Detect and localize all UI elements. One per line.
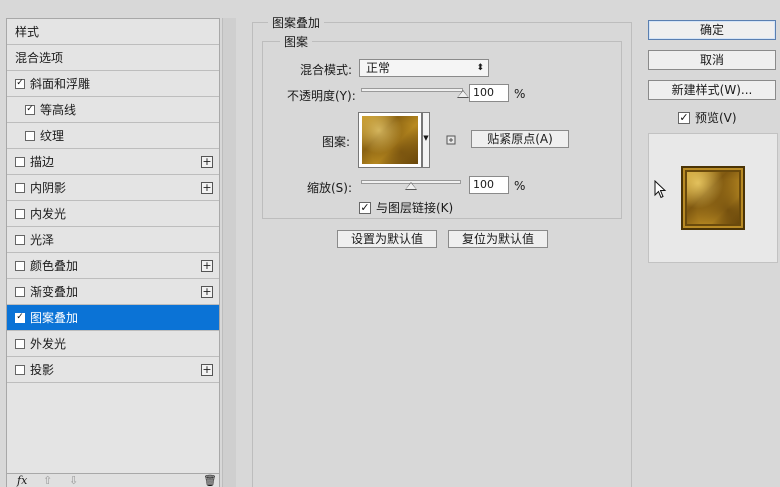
checkbox-icon[interactable]: ✓ xyxy=(15,312,25,323)
scale-percent: % xyxy=(514,179,526,193)
style-item-label: 内阴影 xyxy=(30,181,67,195)
opacity-percent: % xyxy=(514,87,526,101)
styles-scrollbar[interactable] xyxy=(222,18,236,487)
section-title: 图案叠加 xyxy=(268,14,325,31)
style-item-label: 描边 xyxy=(30,155,55,169)
checkbox-icon[interactable] xyxy=(15,260,25,271)
blend-mode-select[interactable]: 正常 ⬍ xyxy=(359,59,489,77)
add-effect-icon[interactable]: + xyxy=(201,156,213,168)
link-with-layer-checkbox[interactable]: ✓ 与图层链接(K) xyxy=(359,199,453,216)
pattern-dropdown-arrow[interactable]: ▼ xyxy=(422,112,430,168)
styles-footer: fx ⇧ ⇩ 🗑 xyxy=(7,473,219,487)
style-item[interactable]: 纹理 xyxy=(7,123,219,149)
blend-mode-value: 正常 xyxy=(366,61,391,75)
style-item-label: 纹理 xyxy=(40,129,65,143)
style-item-label: 投影 xyxy=(30,363,55,377)
group-title: 图案 xyxy=(280,33,313,50)
style-item-label: 渐变叠加 xyxy=(30,285,79,299)
ok-button[interactable]: 确定 xyxy=(648,20,776,40)
checkbox-icon[interactable] xyxy=(15,338,25,349)
style-item-label: 内发光 xyxy=(30,207,67,221)
checkbox-icon[interactable]: ✓ xyxy=(25,104,35,115)
mouse-pointer-icon xyxy=(654,180,667,199)
style-item[interactable]: 光泽 xyxy=(7,227,219,253)
style-list: 混合选项 ✓ 斜面和浮雕 ✓ 等高线纹理描边 + 内阴影 + 内发光光泽颜色叠加 + 渐变叠加 + ✓ 图… xyxy=(7,45,219,383)
styles-header-label: 样式 xyxy=(15,25,40,39)
add-effect-icon[interactable]: + xyxy=(201,260,213,272)
new-style-button[interactable]: 新建样式(W)... xyxy=(648,80,776,100)
move-down-icon[interactable]: ⇩ xyxy=(69,474,78,487)
trash-icon[interactable]: 🗑 xyxy=(203,474,217,487)
style-item-label: 混合选项 xyxy=(15,51,64,65)
style-item[interactable]: 描边 + xyxy=(7,149,219,175)
opacity-input[interactable]: 100 xyxy=(469,84,509,102)
checkbox-icon[interactable]: ✓ xyxy=(678,111,690,124)
checkbox-icon[interactable] xyxy=(15,156,25,167)
style-item-label: 颜色叠加 xyxy=(30,259,79,273)
opacity-slider-thumb[interactable] xyxy=(457,90,469,98)
checkbox-icon[interactable]: ✓ xyxy=(15,78,25,89)
checkbox-icon[interactable]: ✓ xyxy=(359,201,371,214)
style-item[interactable]: 混合选项 xyxy=(7,45,219,71)
fx-icon[interactable]: fx xyxy=(17,474,27,487)
link-with-layer-label: 与图层链接(K) xyxy=(376,201,454,215)
make-default-button[interactable]: 设置为默认值 xyxy=(337,230,437,248)
preview-checkbox[interactable]: ✓ 预览(V) xyxy=(678,109,737,126)
scale-slider-thumb[interactable] xyxy=(405,182,417,190)
opacity-label: 不透明度(Y): xyxy=(287,89,356,103)
select-arrows-icon: ⬍ xyxy=(476,63,484,73)
style-item[interactable]: 内阴影 + xyxy=(7,175,219,201)
style-item-label: 等高线 xyxy=(40,103,77,117)
styles-header[interactable]: 样式 xyxy=(7,19,219,45)
pattern-label: 图案: xyxy=(322,135,351,149)
style-item[interactable]: 颜色叠加 + xyxy=(7,253,219,279)
gold-preview-swatch xyxy=(681,166,745,230)
style-item-label: 光泽 xyxy=(30,233,55,247)
checkbox-icon[interactable] xyxy=(25,130,35,141)
add-effect-icon[interactable]: + xyxy=(201,364,213,376)
opacity-slider-track[interactable] xyxy=(361,88,463,92)
reset-default-button[interactable]: 复位为默认值 xyxy=(448,230,548,248)
gold-pattern-thumbnail xyxy=(362,116,418,164)
style-item-label: 图案叠加 xyxy=(30,311,79,325)
style-item[interactable]: 内发光 xyxy=(7,201,219,227)
styles-panel: 样式 混合选项 ✓ 斜面和浮雕 ✓ 等高线 纹理 描边 + 内阴影 + 内发光 光泽 颜色叠加 + 渐变叠加… xyxy=(6,18,220,487)
style-item[interactable]: 投影 + xyxy=(7,357,219,383)
scale-input[interactable]: 100 xyxy=(469,176,509,194)
style-item[interactable]: ✓ 斜面和浮雕 xyxy=(7,71,219,97)
checkbox-icon[interactable] xyxy=(15,364,25,375)
style-item[interactable]: ✓ 图案叠加 xyxy=(7,305,219,331)
cancel-button[interactable]: 取消 xyxy=(648,50,776,70)
style-item[interactable]: 渐变叠加 + xyxy=(7,279,219,305)
style-item-label: 外发光 xyxy=(30,337,67,351)
checkbox-icon[interactable] xyxy=(15,286,25,297)
style-item-label: 斜面和浮雕 xyxy=(30,77,91,91)
add-effect-icon[interactable]: + xyxy=(201,286,213,298)
preview-label: 预览(V) xyxy=(695,111,737,125)
scale-label: 缩放(S): xyxy=(307,181,353,195)
style-item[interactable]: 外发光 xyxy=(7,331,219,357)
pattern-picker[interactable] xyxy=(358,112,422,168)
snap-to-origin-button[interactable]: 贴紧原点(A) xyxy=(471,130,569,148)
blend-mode-label: 混合模式: xyxy=(300,63,353,77)
new-preset-icon[interactable] xyxy=(446,134,458,146)
move-up-icon[interactable]: ⇧ xyxy=(43,474,52,487)
style-item[interactable]: ✓ 等高线 xyxy=(7,97,219,123)
checkbox-icon[interactable] xyxy=(15,234,25,245)
checkbox-icon[interactable] xyxy=(15,208,25,219)
checkbox-icon[interactable] xyxy=(15,182,25,193)
add-effect-icon[interactable]: + xyxy=(201,182,213,194)
